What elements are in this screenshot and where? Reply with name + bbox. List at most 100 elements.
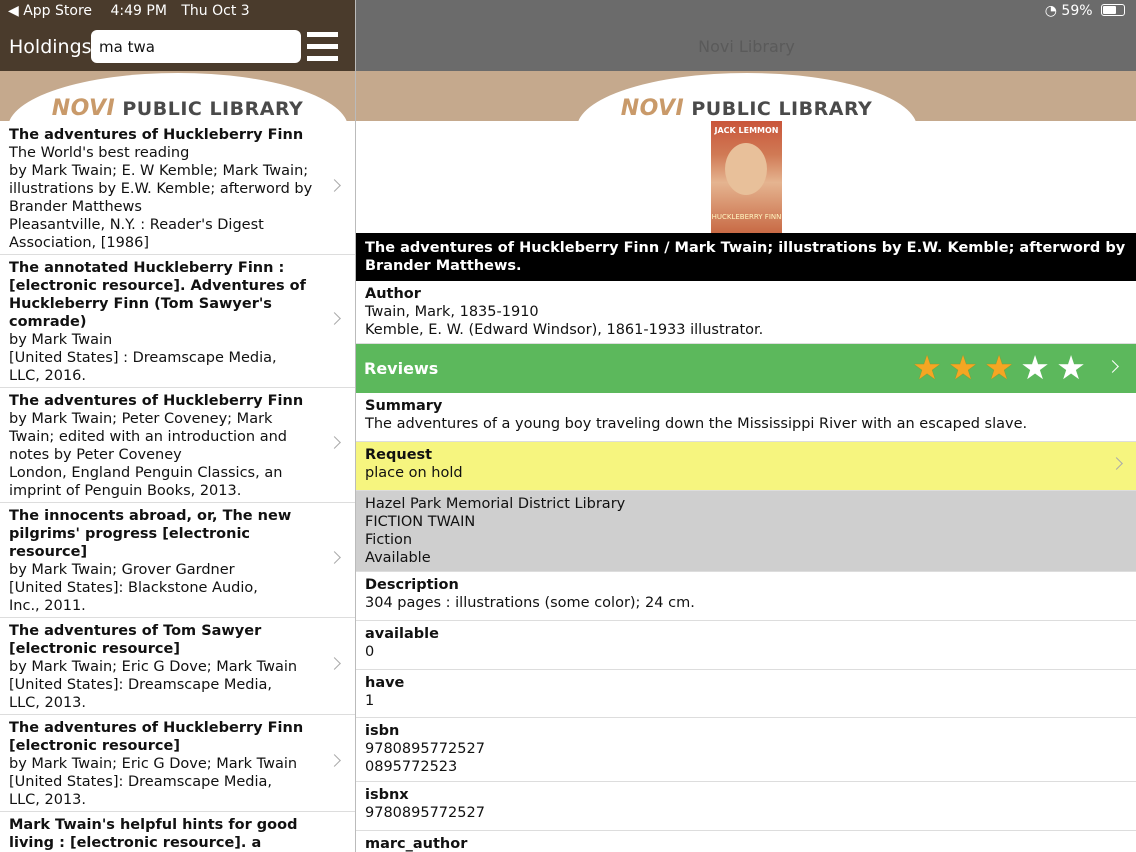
book-cover-image: JACK LEMMON HUCKLEBERRY FINN [711, 121, 782, 233]
result-line: Brander Matthews [9, 199, 142, 215]
result-line: LLC, 2013. [9, 792, 87, 808]
result-line: LLC, 2013. [9, 695, 87, 711]
available-section: available 0 [356, 621, 1136, 670]
result-title: Mark Twain's helpful hints for good livi… [9, 817, 298, 851]
library-logo: NOVI PUBLIC LIBRARY [620, 96, 873, 121]
reviews-label: Reviews [364, 359, 439, 378]
library-logo: NOVI PUBLIC LIBRARY [51, 96, 304, 121]
result-line: London, England Penguin Classics, an [9, 465, 283, 481]
left-header: ◀ App Store 4:49 PM Thu Oct 3 Holdings [0, 0, 355, 71]
holding-section: Hazel Park Memorial District Library FIC… [356, 491, 1136, 572]
result-line: by Mark Twain [9, 332, 113, 348]
description-value: 304 pages : illustrations (some color); … [365, 595, 695, 611]
search-input[interactable] [91, 30, 301, 63]
list-item[interactable]: The adventures of Tom Sawyer [electronic… [0, 618, 355, 715]
section-label: Request [365, 447, 433, 463]
star-icon: ★ [1020, 348, 1050, 387]
have-section: have 1 [356, 670, 1136, 718]
isbnx-section: isbnx 9780895772527 [356, 782, 1136, 831]
detail-panel: ◔ 59% Novi Library NOVI PUBLIC LIBRARY J… [355, 0, 1136, 852]
result-line: [United States]: Dreamscape Media, [9, 774, 273, 790]
section-label: isbnx [365, 787, 409, 803]
author-value: Twain, Mark, 1835-1910 [365, 304, 539, 320]
holding-status: Available [365, 550, 431, 566]
right-header: ◔ 59% Novi Library [356, 0, 1136, 71]
result-line: by Mark Twain; Peter Coveney; Mark [9, 411, 273, 427]
list-item[interactable]: Mark Twain's helpful hints for good livi… [0, 812, 355, 852]
chevron-right-icon [328, 436, 341, 449]
result-line: Association, [1986] [9, 235, 149, 251]
chevron-right-icon [328, 657, 341, 670]
star-icon: ★ [948, 348, 978, 387]
result-line: [United States]: Dreamscape Media, [9, 677, 273, 693]
section-label: available [365, 626, 439, 642]
result-title: The adventures of Huckleberry Finn [elec… [9, 720, 304, 754]
star-icon: ★ [984, 348, 1014, 387]
star-rating: ★ ★ ★ ★ ★ [909, 350, 1089, 386]
page-title: Novi Library [698, 37, 795, 56]
isbn-section: isbn 9780895772527 0895772523 [356, 718, 1136, 782]
section-label: isbn [365, 723, 400, 739]
status-date: Thu Oct 3 [181, 3, 250, 19]
isbnx-value: 9780895772527 [365, 805, 485, 821]
holding-library: Hazel Park Memorial District Library [365, 496, 626, 512]
holding-call-number: FICTION TWAIN [365, 514, 476, 530]
description-section: Description 304 pages : illustrations (s… [356, 572, 1136, 621]
result-title: The adventures of Tom Sawyer [electronic… [9, 623, 262, 657]
result-line: Twain; edited with an introduction and [9, 429, 287, 445]
isbn-value: 0895772523 [365, 759, 458, 775]
wifi-icon: ◔ [1044, 3, 1057, 19]
list-item[interactable]: The annotated Huckleberry Finn : [electr… [0, 255, 355, 388]
result-title: The innocents abroad, or, The new pilgri… [9, 508, 292, 560]
detail-title: The adventures of Huckleberry Finn / Mar… [356, 233, 1136, 281]
results-panel: ◀ App Store 4:49 PM Thu Oct 3 Holdings N… [0, 0, 355, 852]
reviews-button[interactable]: Reviews ★ ★ ★ ★ ★ [356, 344, 1136, 393]
section-label: Summary [365, 398, 443, 414]
result-title: The annotated Huckleberry Finn : [electr… [9, 260, 306, 330]
list-item[interactable]: The adventures of Huckleberry Finn [elec… [0, 715, 355, 812]
list-item[interactable]: The innocents abroad, or, The new pilgri… [0, 503, 355, 618]
list-item[interactable]: The adventures of Huckleberry Finn by Ma… [0, 388, 355, 503]
result-line: Pleasantville, N.Y. : Reader's Digest [9, 217, 264, 233]
request-value: place on hold [365, 465, 463, 481]
isbn-value: 9780895772527 [365, 741, 485, 757]
result-line: imprint of Penguin Books, 2013. [9, 483, 242, 499]
chevron-right-icon [1106, 359, 1119, 373]
holding-type: Fiction [365, 532, 413, 548]
star-icon: ★ [912, 348, 942, 387]
result-line: Inc., 2011. [9, 598, 86, 614]
battery-icon [1101, 4, 1125, 16]
chevron-right-icon [328, 312, 341, 325]
summary-value: The adventures of a young boy traveling … [365, 416, 1028, 432]
library-banner: NOVI PUBLIC LIBRARY [356, 71, 1136, 121]
result-line: by Mark Twain; Grover Gardner [9, 562, 235, 578]
result-title: The adventures of Huckleberry Finn [9, 127, 304, 143]
section-label: have [365, 675, 405, 691]
result-line: [United States]: Blackstone Audio, [9, 580, 258, 596]
chevron-right-icon [328, 551, 341, 564]
request-hold-button[interactable]: Request place on hold [356, 442, 1136, 491]
back-to-app-link[interactable]: ◀ App Store [8, 3, 92, 19]
list-item[interactable]: The adventures of Huckleberry Finn The W… [0, 122, 355, 255]
result-line: LLC, 2016. [9, 368, 87, 384]
status-bar-left: ◀ App Store 4:49 PM Thu Oct 3 [8, 3, 256, 19]
result-line: by Mark Twain; Eric G Dove; Mark Twain [9, 659, 298, 675]
result-title: The adventures of Huckleberry Finn [9, 393, 304, 409]
result-line: illustrations by E.W. Kemble; afterword … [9, 181, 313, 197]
author-value: Kemble, E. W. (Edward Windsor), 1861-193… [365, 322, 764, 338]
star-icon: ★ [1056, 348, 1086, 387]
results-list: The adventures of Huckleberry Finn The W… [0, 122, 355, 852]
marc-author-section: marc_author [356, 831, 1136, 852]
cover-top-text: JACK LEMMON [714, 126, 779, 135]
menu-icon[interactable] [307, 31, 338, 62]
result-line: notes by Peter Coveney [9, 447, 182, 463]
available-value: 0 [365, 644, 375, 660]
holdings-title: Holdings [9, 36, 92, 58]
result-line: The World's best reading [9, 145, 190, 161]
section-label: Author [365, 286, 421, 302]
result-line: [United States] : Dreamscape Media, [9, 350, 277, 366]
author-section: Author Twain, Mark, 1835-1910 Kemble, E.… [356, 281, 1136, 344]
chevron-right-icon [328, 754, 341, 767]
section-label: marc_author [365, 836, 468, 852]
status-time: 4:49 PM [110, 3, 167, 19]
